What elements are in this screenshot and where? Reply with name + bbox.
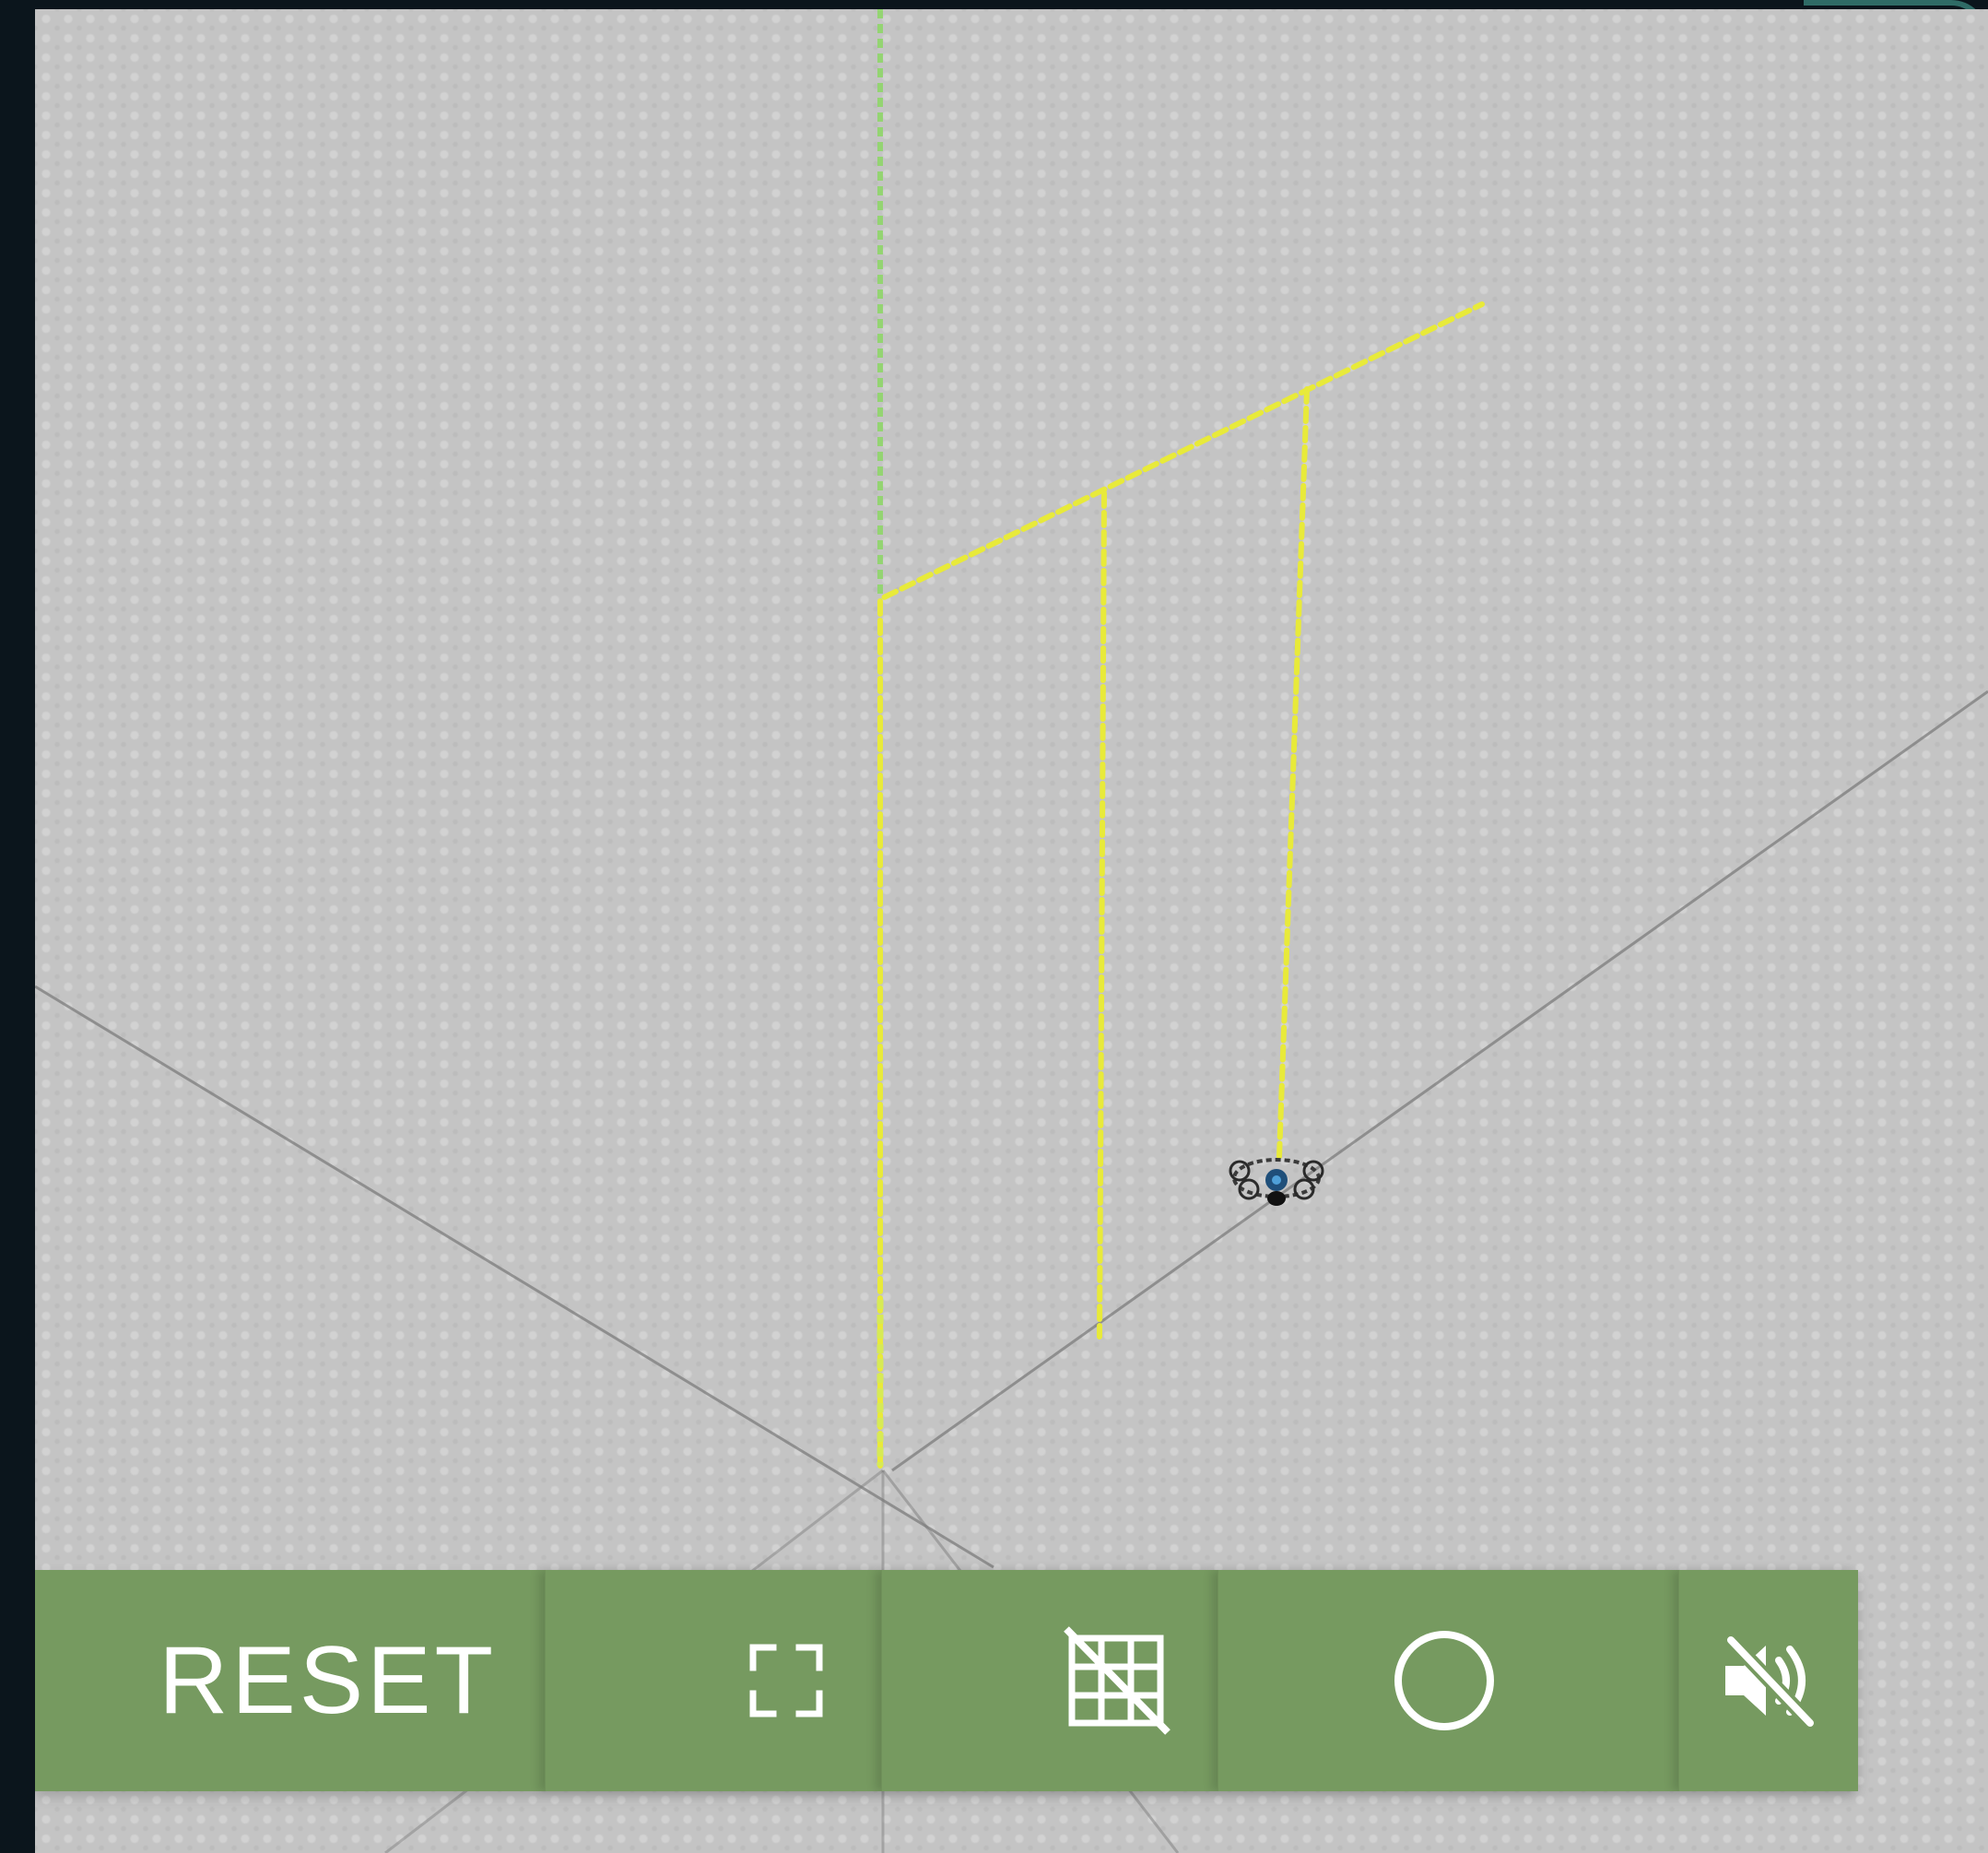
flight-path xyxy=(877,301,1485,1469)
record-button[interactable] xyxy=(1218,1570,1678,1791)
grid-toggle-button[interactable] xyxy=(881,1570,1218,1791)
grid-off-icon xyxy=(1061,1625,1171,1736)
volume-off-icon xyxy=(1722,1633,1817,1729)
fullscreen-button[interactable] xyxy=(545,1570,881,1791)
ground-axis-line xyxy=(35,985,994,1569)
fullscreen-icon xyxy=(749,1644,823,1717)
app-frame: RESET xyxy=(0,0,1988,1853)
drone-model xyxy=(1229,1158,1324,1206)
reset-button[interactable]: RESET xyxy=(35,1570,545,1791)
reset-button-label: RESET xyxy=(159,1626,497,1734)
circle-icon xyxy=(1393,1629,1496,1732)
3d-viewport[interactable]: RESET xyxy=(35,9,1988,1853)
viewer-toolbar: RESET xyxy=(35,1570,1858,1791)
mute-button[interactable] xyxy=(1678,1570,1858,1791)
ground-axis-line xyxy=(891,690,1988,1472)
